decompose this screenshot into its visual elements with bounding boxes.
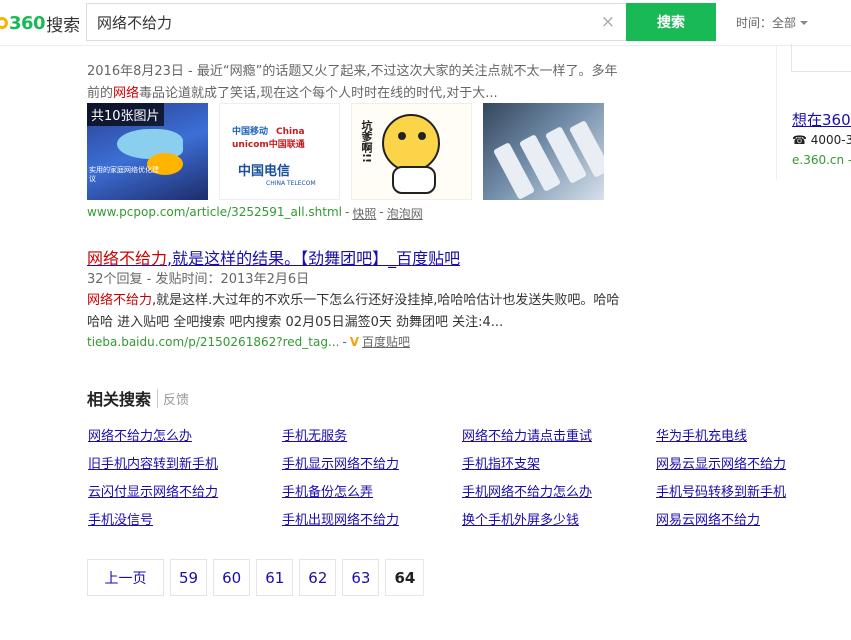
- related-link[interactable]: 手机指环支架: [462, 453, 656, 472]
- related-link[interactable]: 云闪付显示网络不给力: [88, 481, 282, 500]
- tiger-body: [392, 166, 436, 194]
- result1-thumbnails: 共10张图片 实用的家庭网络优化建议 中国移动 China unicom中国联通 …: [87, 103, 604, 200]
- related-link[interactable]: 手机出现网络不给力: [282, 509, 462, 528]
- related-search-title: 相关搜索: [87, 390, 152, 409]
- thumbnail-caption: 实用的家庭网络优化建议: [89, 166, 159, 183]
- related-row: 云闪付显示网络不给力 手机备份怎么弄 手机网络不给力怎么办 手机号码转移到新手机: [88, 476, 851, 504]
- prev-page-button[interactable]: 上一页: [87, 559, 164, 596]
- close-icon[interactable]: ×: [601, 12, 615, 32]
- separator: -: [379, 205, 384, 219]
- right-ad-url[interactable]: e.360.cn -: [792, 153, 851, 167]
- thumbnail-4[interactable]: [483, 103, 604, 200]
- tiger-cartoon: [382, 114, 440, 172]
- result2-title-hl: 网络不给力: [87, 249, 168, 268]
- related-link[interactable]: 手机显示网络不给力: [282, 453, 462, 472]
- related-link[interactable]: 华为手机充电线: [656, 425, 851, 444]
- related-link[interactable]: 手机备份怎么弄: [282, 481, 462, 500]
- result1-meta-rest: 毒品论道就成了笑话,现在这个每个人时时在线的时代,对于大...: [139, 86, 498, 101]
- related-search-header: 相关搜索 反馈: [87, 386, 189, 410]
- time-filter[interactable]: 时间： 全部: [736, 14, 809, 31]
- result1-url-line: www.pcpop.com/article/3252591_all.shtml …: [87, 205, 423, 222]
- logo[interactable]: 360 搜索: [0, 11, 81, 36]
- result1-url[interactable]: www.pcpop.com/article/3252591_all.shtml: [87, 205, 342, 222]
- right-divider: [776, 46, 777, 180]
- related-link[interactable]: 手机没信号: [88, 509, 282, 528]
- page-link[interactable]: 59: [170, 559, 208, 596]
- snapshot-link[interactable]: 快照: [352, 205, 376, 222]
- logo-cn: 搜索: [46, 15, 81, 36]
- feedback-link[interactable]: 反馈: [157, 388, 189, 408]
- result2-highlight: 网络不给力: [87, 293, 153, 308]
- thumbnail-2[interactable]: 中国移动 China unicom中国联通 中国电信 CHINA TELECOM: [219, 103, 340, 200]
- separator: -: [342, 334, 347, 349]
- thumbnail-1[interactable]: 共10张图片 实用的家庭网络优化建议: [87, 103, 208, 200]
- china-mobile-logo: 中国移动: [232, 127, 269, 137]
- related-link[interactable]: 网络不给力怎么办: [88, 425, 282, 444]
- result2-url[interactable]: tieba.baidu.com/p/2150261862?red_tag...: [87, 335, 339, 349]
- result1-snippet: 2016年8月23日 - 最近“网瘾”的话题又火了起来,不过这次大家的关注点就不…: [87, 61, 627, 105]
- related-link[interactable]: 手机号码转移到新手机: [656, 481, 851, 500]
- pagination: 上一页 59 60 61 62 63 64: [87, 559, 425, 596]
- result2-title[interactable]: 网络不给力,就是这样的结果。【劲舞团吧】_百度贴吧: [87, 245, 460, 269]
- search-input[interactable]: 网络不给力 ×: [86, 3, 627, 41]
- verified-icon: V: [349, 334, 360, 349]
- page-link[interactable]: 63: [342, 559, 380, 596]
- related-link[interactable]: 旧手机内容转到新手机: [88, 453, 282, 472]
- related-link[interactable]: 网易云显示网络不给力: [656, 453, 851, 472]
- related-link[interactable]: 手机无服务: [282, 425, 462, 444]
- search-query[interactable]: 网络不给力: [97, 12, 172, 33]
- right-ad-title[interactable]: 想在360搜: [792, 109, 851, 130]
- chevron-down-icon: [800, 20, 809, 25]
- result2-snippet: 网络不给力,就是这样.大过年的不欢乐一下怎么行还好没挂掉,哈哈哈估计也发送失败吧…: [87, 290, 622, 334]
- separator: -: [344, 205, 350, 219]
- china-telecom-en: CHINA TELECOM: [266, 180, 316, 187]
- logo-text: 360: [9, 12, 46, 34]
- right-ad-phone: ☎ 4000-36: [792, 133, 851, 147]
- china-telecom-logo: 中国电信: [238, 164, 291, 179]
- current-page: 64: [385, 559, 425, 596]
- source-link[interactable]: 泡泡网: [387, 205, 423, 222]
- result2-url-line: tieba.baidu.com/p/2150261862?red_tag... …: [87, 333, 410, 350]
- related-link[interactable]: 网易云网络不给力: [656, 509, 851, 528]
- image-count-badge: 共10张图片: [87, 103, 164, 126]
- right-box: [791, 44, 851, 72]
- related-search-grid: 网络不给力怎么办 手机无服务 网络不给力请点击重试 华为手机充电线 旧手机内容转…: [88, 420, 851, 532]
- page-link[interactable]: 61: [256, 559, 294, 596]
- thumbnail-3[interactable]: 坑爹啊!!: [351, 103, 472, 200]
- result2-snippet-rest: ,就是这样.大过年的不欢乐一下怎么行还好没挂掉,哈哈哈估计也发送失败吧。哈哈哈哈…: [87, 293, 620, 330]
- source-link[interactable]: 百度贴吧: [362, 333, 410, 350]
- tiger-eye-left: [398, 132, 406, 140]
- related-row: 旧手机内容转到新手机 手机显示网络不给力 手机指环支架 网易云显示网络不给力: [88, 448, 851, 476]
- time-filter-label: 时间：: [736, 16, 773, 30]
- page-link[interactable]: 60: [213, 559, 251, 596]
- result2-title-rest: ,就是这样的结果。【劲舞团吧】_百度贴吧: [167, 249, 461, 268]
- related-row: 手机没信号 手机出现网络不给力 换个手机外屏多少钱 网易云网络不给力: [88, 504, 851, 532]
- related-row: 网络不给力怎么办 手机无服务 网络不给力请点击重试 华为手机充电线: [88, 420, 851, 448]
- page-link[interactable]: 62: [299, 559, 337, 596]
- cartoon-text: 坑爹啊!!: [360, 120, 373, 164]
- time-filter-value: 全部: [772, 16, 797, 30]
- header: 360 搜索 网络不给力 × 搜索 时间： 全部: [0, 0, 851, 46]
- tiger-eye-right: [418, 132, 426, 140]
- telecom-logos: 中国移动 China unicom中国联通: [232, 124, 339, 150]
- related-link[interactable]: 网络不给力请点击重试: [462, 425, 656, 444]
- related-link[interactable]: 手机网络不给力怎么办: [462, 481, 656, 500]
- result2-meta: 32个回复 - 发贴时间：2013年2月6日: [87, 272, 310, 287]
- result1-highlight: 网络: [113, 86, 140, 101]
- search-button[interactable]: 搜索: [626, 3, 716, 41]
- related-link[interactable]: 换个手机外屏多少钱: [462, 509, 656, 528]
- logo-icon: [0, 17, 8, 29]
